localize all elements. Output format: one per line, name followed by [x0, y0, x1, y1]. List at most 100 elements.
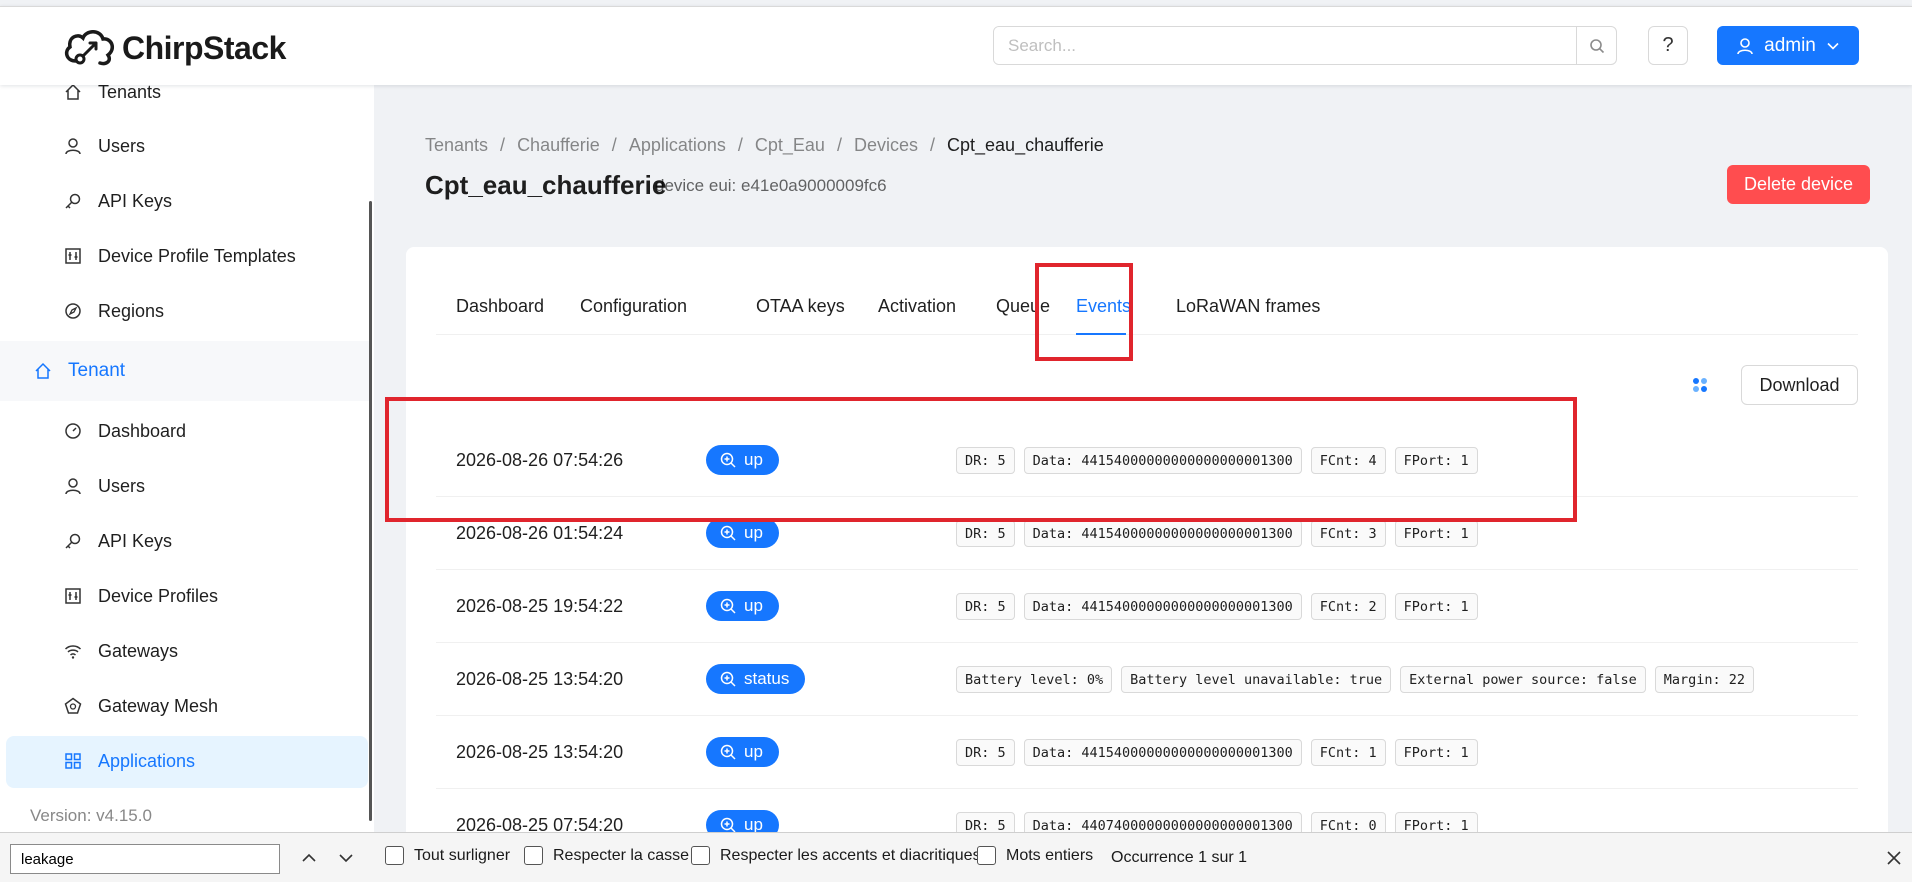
tab-configuration[interactable]: Configuration	[580, 277, 687, 335]
device-card: Dashboard Configuration OTAA keys Activa…	[406, 247, 1888, 847]
event-chip: Battery level unavailable: true	[1121, 666, 1392, 693]
chevron-down-icon	[1827, 42, 1839, 50]
help-button[interactable]: ?	[1648, 26, 1688, 65]
highlight-all-checkbox[interactable]	[385, 846, 404, 865]
chirpstack-logo-icon	[64, 30, 115, 66]
event-type-tag[interactable]: up	[706, 518, 779, 548]
match-case-checkbox[interactable]	[524, 846, 543, 865]
event-row[interactable]: 2026-08-26 07:54:26 up DR: 5 Data: 44154…	[436, 424, 1858, 497]
option-label: Respecter la casse	[553, 846, 690, 864]
sidebar-item-label: API Keys	[98, 530, 173, 551]
sidebar-item-label: API Keys	[98, 190, 173, 211]
search-button[interactable]	[1576, 27, 1616, 64]
sidebar-item-tenants[interactable]: Tenants	[64, 85, 161, 117]
event-chip: FCnt: 1	[1310, 739, 1386, 766]
event-chip: FPort: 1	[1394, 520, 1478, 547]
sidebar-item-gateways[interactable]: Gateways	[64, 626, 178, 676]
event-type-tag[interactable]: up	[706, 737, 779, 767]
event-chip: FPort: 1	[1394, 447, 1478, 474]
sidebar-item-device-profiles[interactable]: Device Profiles	[64, 571, 218, 621]
event-type-tag[interactable]: up	[706, 445, 779, 475]
event-row[interactable]: 2026-08-26 01:54:24 up DR: 5 Data: 44154…	[436, 497, 1858, 570]
control-icon	[65, 588, 81, 604]
breadcrumb-link-tenants[interactable]: Tenants	[425, 135, 488, 156]
sidebar-group-tenant[interactable]: Tenant	[34, 346, 125, 396]
download-button[interactable]: Download	[1741, 365, 1858, 405]
event-row[interactable]: 2026-08-25 13:54:20 status Battery level…	[436, 643, 1858, 716]
find-input[interactable]	[10, 844, 280, 874]
sidebar-item-device-profile-templates[interactable]: Device Profile Templates	[64, 231, 296, 281]
event-type-tag[interactable]: status	[706, 664, 806, 694]
find-close-button[interactable]	[1882, 846, 1906, 870]
user-icon	[65, 478, 81, 495]
event-chip: Data: 44154000000000000000001300	[1023, 520, 1302, 547]
sidebar-scrollbar[interactable]	[369, 201, 372, 821]
breadcrumb-link-application[interactable]: Cpt_Eau	[755, 135, 825, 156]
event-chip: FCnt: 4	[1310, 447, 1386, 474]
zoom-in-icon	[720, 671, 736, 687]
breadcrumb-separator: /	[836, 135, 842, 155]
event-type-tag[interactable]: up	[706, 591, 779, 621]
home-icon	[35, 362, 51, 379]
breadcrumb-link-tenant[interactable]: Chaufferie	[517, 135, 600, 156]
zoom-in-icon	[720, 817, 736, 833]
search-icon	[1589, 38, 1604, 53]
wifi-icon	[64, 645, 82, 659]
tab-events[interactable]: Events	[1076, 277, 1131, 335]
sidebar-item-gateway-mesh[interactable]: Gateway Mesh	[64, 681, 218, 731]
breadcrumb-link-applications[interactable]: Applications	[629, 135, 726, 156]
event-row[interactable]: 2026-08-25 13:54:20 up DR: 5 Data: 44154…	[436, 716, 1858, 789]
event-type-label: up	[744, 450, 763, 469]
find-previous-button[interactable]	[297, 846, 321, 870]
chevron-up-icon	[302, 853, 316, 862]
tab-otaa-keys[interactable]: OTAA keys	[756, 277, 845, 335]
event-chip: Data: 44154000000000000000001300	[1023, 739, 1302, 766]
sidebar-item-api-keys[interactable]: API Keys	[64, 176, 172, 226]
option-label: Respecter les accents et diacritiques	[720, 846, 981, 864]
sidebar-item-tenant-api-keys[interactable]: API Keys	[64, 516, 172, 566]
sidebar-item-tenant-users[interactable]: Users	[64, 461, 145, 511]
event-chip: DR: 5	[956, 593, 1015, 620]
zoom-in-icon	[720, 452, 736, 468]
sidebar: Tenants Users API Keys Device Profile Te…	[0, 85, 374, 832]
sidebar-item-label: Applications	[98, 750, 196, 771]
sidebar-group-label: Tenant	[68, 360, 126, 381]
breadcrumb-separator: /	[500, 135, 506, 155]
event-type-label: up	[744, 596, 763, 615]
tab-queue[interactable]: Queue	[996, 277, 1050, 335]
event-type-label: up	[744, 742, 763, 761]
chirpstack-logo[interactable]: ChirpStack	[62, 27, 286, 69]
tab-dashboard[interactable]: Dashboard	[456, 277, 544, 335]
user-menu-button[interactable]: admin	[1717, 26, 1859, 65]
sidebar-item-users[interactable]: Users	[64, 121, 145, 171]
sidebar-item-label: Gateway Mesh	[98, 695, 219, 716]
sidebar-item-dashboard[interactable]: Dashboard	[64, 406, 186, 456]
whole-words-option[interactable]: Mots entiers	[977, 846, 1093, 865]
tab-activation[interactable]: Activation	[878, 277, 956, 335]
tab-lorawan-frames[interactable]: LoRaWAN frames	[1176, 277, 1320, 335]
highlight-all-option[interactable]: Tout surligner	[385, 846, 510, 865]
match-diacritics-option[interactable]: Respecter les accents et diacritiques	[691, 846, 981, 865]
event-chip: External power source: false	[1400, 666, 1646, 693]
event-chip: Data: 44154000000000000000001300	[1023, 593, 1302, 620]
match-diacritics-checkbox[interactable]	[691, 846, 710, 865]
event-time: 2026-08-25 13:54:20	[456, 669, 624, 689]
sidebar-item-applications[interactable]: Applications	[64, 736, 195, 786]
sidebar-item-label: Device Profiles	[98, 585, 219, 606]
search-input[interactable]	[994, 27, 1576, 64]
key-icon	[65, 533, 81, 549]
event-chip: DR: 5	[956, 447, 1015, 474]
page-title: Cpt_eau_chaufferie	[425, 170, 667, 200]
find-next-button[interactable]	[334, 846, 358, 870]
delete-device-button[interactable]: Delete device	[1727, 165, 1870, 204]
whole-words-checkbox[interactable]	[977, 846, 996, 865]
sidebar-item-label: Gateways	[98, 640, 179, 661]
event-row[interactable]: 2026-08-25 19:54:22 up DR: 5 Data: 44154…	[436, 570, 1858, 643]
sidebar-item-regions[interactable]: Regions	[64, 286, 164, 336]
event-chips: DR: 5 Data: 44154000000000000000001300 F…	[956, 447, 1478, 474]
match-case-option[interactable]: Respecter la casse	[524, 846, 689, 865]
app-name: ChirpStack	[122, 29, 286, 66]
breadcrumb-separator: /	[611, 135, 617, 155]
breadcrumb-link-devices[interactable]: Devices	[854, 135, 918, 156]
breadcrumb-separator: /	[930, 135, 936, 155]
